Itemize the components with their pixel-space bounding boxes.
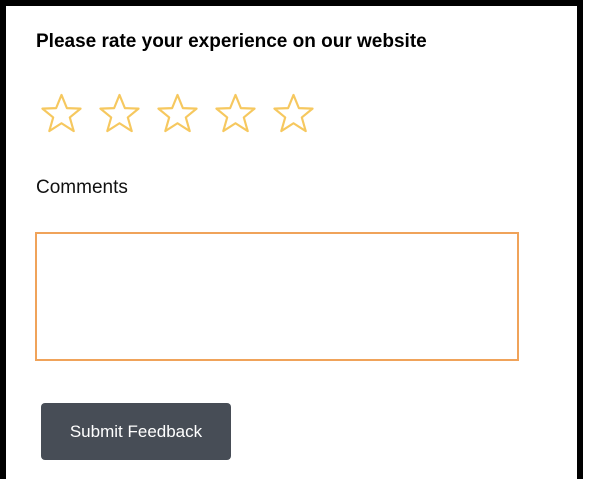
star-5-icon[interactable] — [272, 92, 315, 135]
submit-feedback-button[interactable]: Submit Feedback — [41, 403, 231, 460]
comments-textarea[interactable] — [35, 232, 519, 361]
star-3-icon[interactable] — [156, 92, 199, 135]
star-rating[interactable] — [40, 92, 315, 136]
form-title: Please rate your experience on our websi… — [36, 31, 427, 52]
star-4-icon[interactable] — [214, 92, 257, 135]
star-2-icon[interactable] — [98, 92, 141, 135]
comments-label: Comments — [36, 177, 128, 198]
star-1-icon[interactable] — [40, 92, 83, 135]
